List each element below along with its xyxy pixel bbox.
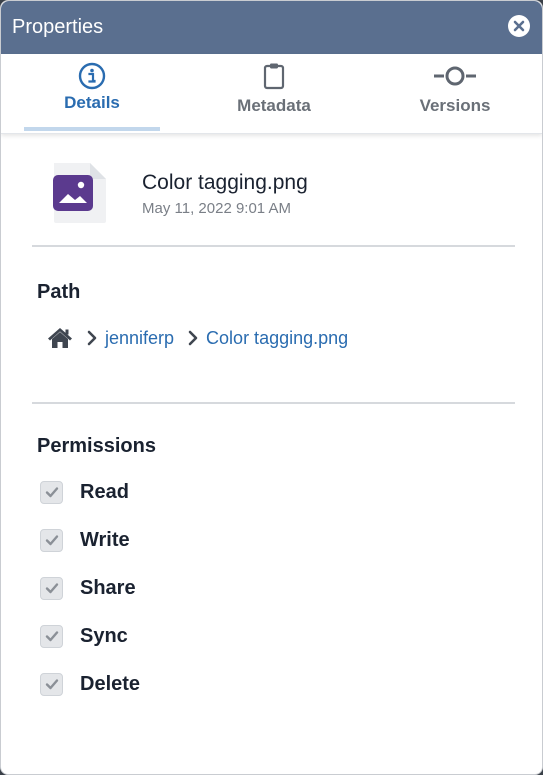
breadcrumb-item-jenniferp[interactable]: jenniferp [105,328,174,349]
permission-delete-checkbox[interactable] [40,672,63,696]
permission-write-label: Write [80,528,130,551]
tab-metadata[interactable]: Metadata [206,54,342,133]
path-title: Path [37,281,81,303]
permission-read-label: Read [80,480,129,503]
tab-metadata-label: Metadata [237,96,311,115]
clipboard-icon [262,62,286,90]
tab-bar: Details Metadata Versions [1,54,542,134]
versions-commit-icon [432,62,478,90]
file-summary: Color tagging.png May 11, 2022 9:01 AM [1,133,542,246]
permission-delete-label: Delete [80,672,141,695]
permission-delete: Delete [40,671,140,697]
file-modified-date: May 11, 2022 9:01 AM [142,200,291,217]
permission-read: Read [40,479,129,505]
dialog-titlebar: Properties [1,1,542,54]
permission-share: Share [40,575,136,601]
tab-details-label: Details [64,93,120,112]
permission-read-checkbox[interactable] [40,480,63,504]
tab-details[interactable]: Details [24,54,160,133]
tab-versions-label: Versions [419,96,491,115]
chevron-right-icon [87,330,97,346]
permissions-title: Permissions [37,435,156,457]
permission-write: Write [40,527,130,553]
chevron-right-icon [188,330,198,346]
check-icon [45,583,58,594]
permission-write-checkbox[interactable] [40,528,63,552]
image-file-icon [48,161,110,230]
breadcrumb: jenniferp Color tagging.png [47,325,348,351]
divider [32,402,515,404]
check-icon [45,535,58,546]
divider [32,245,515,247]
dialog-title: Properties [12,16,104,38]
tab-versions[interactable]: Versions [387,54,523,133]
permission-share-checkbox[interactable] [40,576,63,600]
home-icon[interactable] [47,327,73,349]
permission-share-label: Share [80,576,136,599]
check-icon [45,487,58,498]
file-name: Color tagging.png [142,171,308,194]
close-icon[interactable] [508,14,530,37]
permission-sync: Sync [40,623,128,649]
permission-sync-checkbox[interactable] [40,624,63,648]
properties-dialog: Properties Details Metadata Versions Col… [0,0,543,775]
active-tab-indicator [24,127,160,131]
breadcrumb-item-file[interactable]: Color tagging.png [206,328,348,349]
check-icon [45,631,58,642]
check-icon [45,679,58,690]
permission-sync-label: Sync [80,624,128,647]
info-circle-icon [78,62,106,90]
